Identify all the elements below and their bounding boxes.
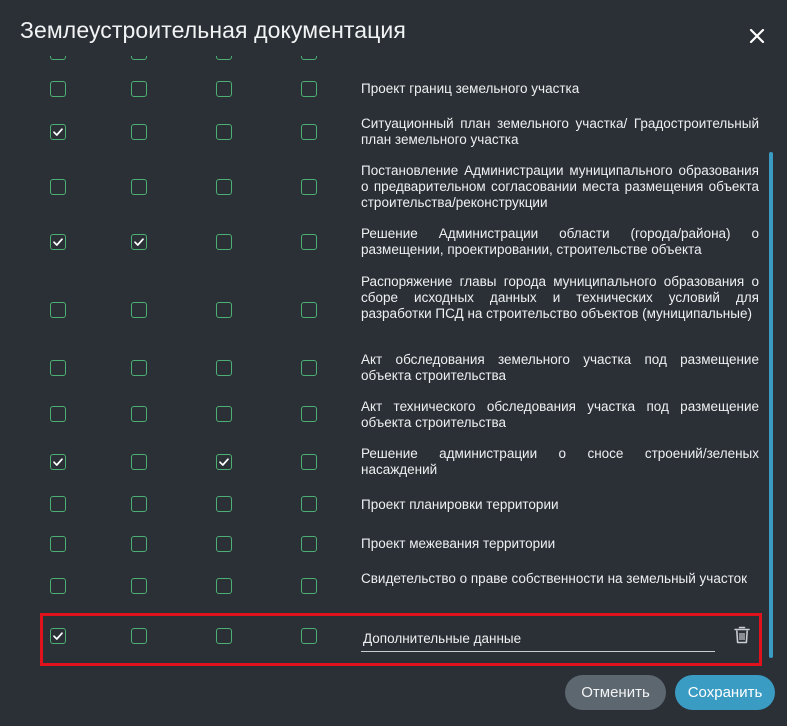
- checkbox-partial-3[interactable]: [216, 56, 232, 60]
- row-6-checkbox-3[interactable]: [216, 360, 232, 376]
- row-9-checkbox-3[interactable]: [216, 496, 232, 512]
- row-10-checkbox-2[interactable]: [131, 536, 147, 552]
- checkbox-partial-1[interactable]: [50, 56, 66, 60]
- row-3-checkbox-1[interactable]: [50, 179, 66, 195]
- checkmark-icon: [53, 632, 63, 640]
- row-1-checkbox-3[interactable]: [216, 81, 232, 97]
- close-icon[interactable]: [745, 24, 769, 48]
- checkmark-icon: [53, 458, 63, 466]
- row-9-checkbox-4[interactable]: [301, 496, 317, 512]
- row-10-checkbox-1[interactable]: [50, 536, 66, 552]
- row-11-checkbox-3[interactable]: [216, 578, 232, 594]
- row-4-checkbox-3[interactable]: [216, 234, 232, 250]
- row-11-checkbox-2[interactable]: [131, 578, 147, 594]
- row-5-checkbox-1[interactable]: [50, 302, 66, 318]
- row-1-checkbox-4[interactable]: [301, 81, 317, 97]
- row-8-checkbox-3[interactable]: [216, 454, 232, 470]
- dialog-title: Землеустроительная документация: [20, 17, 406, 43]
- row-8-checkbox-1[interactable]: [50, 454, 66, 470]
- row-2-checkbox-1[interactable]: [50, 124, 66, 140]
- row-7-checkbox-2[interactable]: [131, 406, 147, 422]
- row-3-checkbox-3[interactable]: [216, 179, 232, 195]
- cancel-button[interactable]: Отменить: [565, 675, 666, 710]
- extra-row-checkbox-3[interactable]: [216, 628, 232, 644]
- row-6-checkbox-1[interactable]: [50, 360, 66, 376]
- row-9-checkbox-2[interactable]: [131, 496, 147, 512]
- row-2-checkbox-3[interactable]: [216, 124, 232, 140]
- row-1-checkbox-1[interactable]: [50, 81, 66, 97]
- row-7-checkbox-1[interactable]: [50, 406, 66, 422]
- save-button[interactable]: Сохранить: [675, 675, 775, 710]
- checkmark-icon: [53, 238, 63, 246]
- document-label: Решение администрации о сносе строений/з…: [361, 446, 759, 478]
- row-2-checkbox-2[interactable]: [131, 124, 147, 140]
- scrollbar[interactable]: [769, 152, 773, 658]
- checkbox-partial-2[interactable]: [131, 56, 147, 60]
- row-6-checkbox-4[interactable]: [301, 360, 317, 376]
- document-label: Распоряжение главы города муниципального…: [361, 274, 759, 322]
- row-7-checkbox-3[interactable]: [216, 406, 232, 422]
- row-2-checkbox-4[interactable]: [301, 124, 317, 140]
- row-1-checkbox-2[interactable]: [131, 81, 147, 97]
- row-10-checkbox-4[interactable]: [301, 536, 317, 552]
- row-10-checkbox-3[interactable]: [216, 536, 232, 552]
- row-6-checkbox-2[interactable]: [131, 360, 147, 376]
- row-11-checkbox-1[interactable]: [50, 578, 66, 594]
- row-3-checkbox-4[interactable]: [301, 179, 317, 195]
- row-7-checkbox-4[interactable]: [301, 406, 317, 422]
- document-label: Свидетельство о праве собственности на з…: [361, 571, 748, 586]
- document-label: Ситуационный план земельного участка/ Гр…: [361, 116, 759, 148]
- row-4-checkbox-4[interactable]: [301, 234, 317, 250]
- document-label: Проект межевания территории: [361, 536, 556, 551]
- document-list: Проект границ земельного участка Ситуацио…: [0, 56, 787, 662]
- extra-row-checkbox-1[interactable]: [50, 628, 66, 644]
- checkmark-icon: [219, 458, 229, 466]
- row-4-checkbox-2[interactable]: [131, 234, 147, 250]
- document-label: Акт обследования земельного участка под …: [361, 352, 759, 384]
- extra-row-checkbox-4[interactable]: [301, 628, 317, 644]
- row-4-checkbox-1[interactable]: [50, 234, 66, 250]
- extra-row-checkbox-2[interactable]: [131, 628, 147, 644]
- document-label: Постановление Администрации муниципально…: [361, 163, 759, 211]
- document-label: Проект границ земельного участка: [361, 81, 580, 96]
- row-11-checkbox-4[interactable]: [301, 578, 317, 594]
- row-3-checkbox-2[interactable]: [131, 179, 147, 195]
- row-5-checkbox-3[interactable]: [216, 302, 232, 318]
- dialog: Землеустроительная документация Проект г…: [0, 0, 787, 726]
- document-label: Акт технического обследования участка по…: [361, 399, 759, 431]
- row-8-checkbox-2[interactable]: [131, 454, 147, 470]
- checkmark-icon: [53, 128, 63, 136]
- document-label: Проект планировки территории: [361, 497, 559, 512]
- trash-icon[interactable]: [734, 626, 750, 644]
- row-9-checkbox-1[interactable]: [50, 496, 66, 512]
- document-label: Решение Администрации области (города/ра…: [361, 226, 759, 258]
- row-5-checkbox-2[interactable]: [131, 302, 147, 318]
- row-8-checkbox-4[interactable]: [301, 454, 317, 470]
- checkmark-icon: [134, 238, 144, 246]
- checkbox-partial-4[interactable]: [301, 56, 317, 60]
- row-5-checkbox-4[interactable]: [301, 302, 317, 318]
- extra-document-input[interactable]: [361, 624, 715, 652]
